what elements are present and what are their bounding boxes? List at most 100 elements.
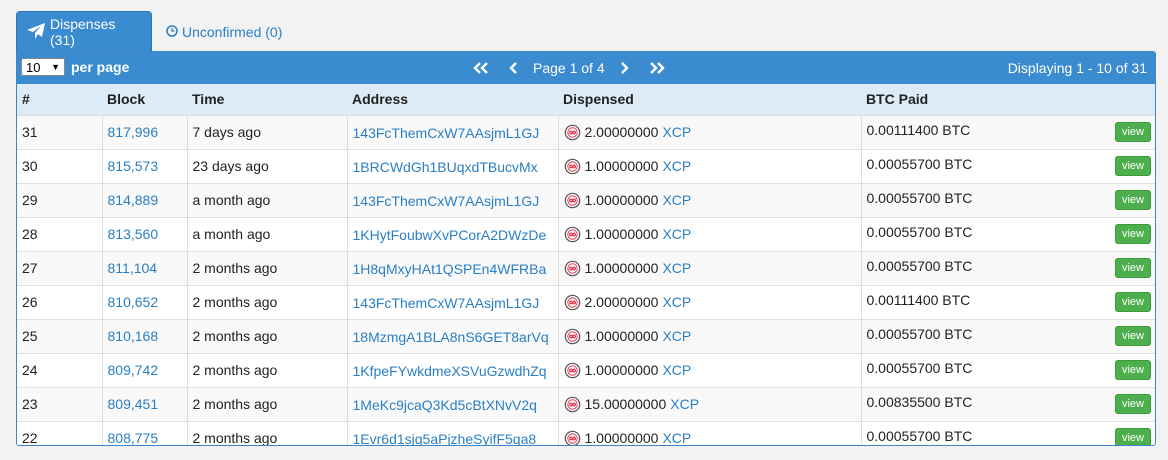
address-link[interactable]: 143FcThemCxW7AAsjmL1GJ (353, 295, 551, 311)
view-button[interactable]: view (1114, 326, 1151, 346)
cell-block: 814,889 (101, 182, 187, 217)
asset-link[interactable]: XCP (662, 362, 691, 378)
view-button[interactable]: view (1114, 394, 1151, 414)
block-link[interactable]: 810,652 (108, 294, 159, 310)
address-link[interactable]: 18MzmgA1BLA8nS6GET8arVq (353, 329, 551, 345)
cell-dispensed: 15.00000000 XCP (557, 386, 861, 421)
table-row: 26 810,652 2 months ago 143FcThemCxW7AAsjmL… (17, 284, 1155, 319)
cell-dispensed: 1.00000000 XCP (557, 182, 861, 217)
xcp-asset-icon (564, 294, 581, 311)
cell-block: 811,104 (101, 250, 187, 285)
col-header-time: Time (192, 91, 225, 108)
asset-link[interactable]: XCP (662, 124, 691, 140)
view-button[interactable]: view (1114, 122, 1151, 142)
address-link[interactable]: 1H8qMxyHAt1QSPEn4WFRBa (353, 261, 551, 277)
view-button[interactable]: view (1114, 224, 1151, 244)
cell-btc-paid: 0.00055700 BTC view (860, 148, 1155, 183)
block-link[interactable]: 808,775 (108, 430, 159, 445)
asset-link[interactable]: XCP (662, 226, 691, 242)
per-page-control: 10 ▼ per page (21, 58, 129, 76)
asset-link[interactable]: XCP (662, 158, 691, 174)
block-link[interactable]: 817,996 (108, 124, 159, 140)
per-page-value: 10 (26, 59, 41, 75)
last-page-button[interactable] (647, 61, 667, 75)
address-link[interactable]: 1Evr6d1sjq5aPjzheSyifF5qa8 (353, 431, 551, 445)
btc-paid-value: 0.00055700 BTC (866, 428, 973, 444)
address-link[interactable]: 143FcThemCxW7AAsjmL1GJ (353, 125, 551, 141)
address-link[interactable]: 1BRCWdGh1BUqxdTBucvMx (353, 159, 551, 175)
first-page-button[interactable] (471, 61, 491, 75)
cell-num: 25 (17, 318, 102, 353)
cell-btc-paid: 0.00111400 BTC view (860, 284, 1155, 319)
cell-address: 143FcThemCxW7AAsjmL1GJ (346, 114, 558, 149)
next-page-button[interactable] (619, 61, 629, 75)
block-link[interactable]: 809,451 (108, 396, 159, 412)
address-link[interactable]: 1KfpeFYwkdmeXSVuGzwdhZq (353, 363, 551, 379)
tab-dispenses[interactable]: Dispenses (31) (16, 11, 152, 52)
view-button[interactable]: view (1114, 190, 1151, 210)
xcp-asset-icon (564, 158, 581, 175)
cell-time: 23 days ago (186, 148, 347, 183)
dispensed-amount: 1.00000000 (584, 226, 659, 242)
view-button[interactable]: view (1114, 156, 1151, 176)
cell-btc-paid: 0.00055700 BTC view (860, 318, 1155, 353)
cell-num: 24 (17, 352, 102, 387)
block-link[interactable]: 811,104 (108, 260, 158, 276)
view-button[interactable]: view (1114, 258, 1151, 278)
tab-dispenses-label: Dispenses (31) (50, 16, 116, 48)
btc-paid-value: 0.00055700 BTC (866, 224, 973, 240)
view-button[interactable]: view (1114, 360, 1151, 380)
view-button[interactable]: view (1114, 428, 1151, 445)
cell-dispensed: 1.00000000 XCP (557, 216, 861, 251)
asset-link[interactable]: XCP (662, 430, 691, 445)
displaying-count: Displaying 1 - 10 of 31 (1007, 60, 1147, 76)
cell-num: 28 (17, 216, 102, 251)
cell-dispensed: 1.00000000 XCP (557, 148, 861, 183)
cell-dispensed: 1.00000000 XCP (557, 352, 861, 387)
pager: Page 1 of 4 (471, 52, 667, 84)
cell-block: 813,560 (101, 216, 187, 251)
cell-block: 808,775 (101, 420, 187, 445)
asset-link[interactable]: XCP (670, 396, 699, 412)
xcp-asset-icon (564, 124, 581, 141)
clock-icon (166, 24, 182, 40)
xcp-asset-icon (564, 260, 581, 277)
prev-page-button[interactable] (509, 61, 519, 75)
address-link[interactable]: 1MeKc9jcaQ3Kd5cBtXNvV2q (353, 397, 551, 413)
cell-dispensed: 1.00000000 XCP (557, 318, 861, 353)
block-link[interactable]: 810,168 (108, 328, 159, 344)
block-link[interactable]: 809,742 (108, 362, 159, 378)
cell-btc-paid: 0.00055700 BTC view (860, 216, 1155, 251)
asset-link[interactable]: XCP (662, 192, 691, 208)
chevron-down-icon: ▼ (51, 62, 60, 72)
xcp-asset-icon (564, 396, 581, 413)
dispensed-amount: 1.00000000 (584, 430, 659, 446)
block-link[interactable]: 813,560 (108, 226, 159, 242)
btc-paid-value: 0.00055700 BTC (866, 156, 973, 172)
address-link[interactable]: 1KHytFoubwXvPCorA2DWzDe (353, 227, 551, 243)
tab-bar: Dispenses (31) Unconfirmed (0) (16, 11, 291, 52)
per-page-select[interactable]: 10 ▼ (21, 58, 65, 76)
table-row: 23 809,451 2 months ago 1MeKc9jcaQ3Kd5cBtXN… (17, 386, 1155, 421)
cell-dispensed: 2.00000000 XCP (557, 284, 861, 319)
cell-num: 27 (17, 250, 102, 285)
dispensed-amount: 1.00000000 (584, 362, 659, 378)
xcp-asset-icon (564, 328, 581, 345)
cell-address: 1KHytFoubwXvPCorA2DWzDe (346, 216, 558, 251)
table-row: 22 808,775 2 months ago 1Evr6d1sjq5aPjzheSy… (17, 420, 1155, 446)
view-button[interactable]: view (1114, 292, 1151, 312)
asset-link[interactable]: XCP (662, 260, 691, 276)
xcp-asset-icon (564, 226, 581, 243)
cell-block: 810,168 (101, 318, 187, 353)
cell-btc-paid: 0.00055700 BTC view (860, 182, 1155, 217)
block-link[interactable]: 814,889 (108, 192, 159, 208)
address-link[interactable]: 143FcThemCxW7AAsjmL1GJ (353, 193, 551, 209)
btc-paid-value: 0.00055700 BTC (866, 360, 973, 376)
block-link[interactable]: 815,573 (108, 158, 159, 174)
cell-num: 31 (17, 114, 102, 149)
btc-paid-value: 0.00055700 BTC (866, 258, 973, 274)
table-body: 31 817,996 7 days ago 143FcThemCxW7AAsjmL1G… (17, 114, 1155, 446)
asset-link[interactable]: XCP (662, 328, 691, 344)
tab-unconfirmed[interactable]: Unconfirmed (0) (152, 11, 291, 52)
asset-link[interactable]: XCP (662, 294, 691, 310)
